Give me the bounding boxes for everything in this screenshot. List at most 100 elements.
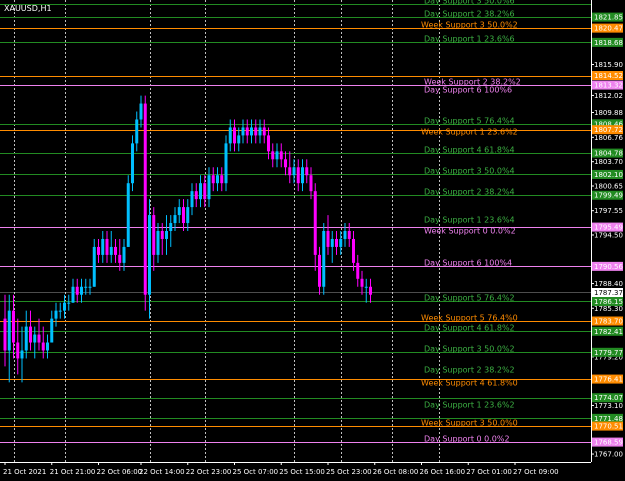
candle-body [97, 246, 100, 255]
chart-title: XAUUSD,H1 [4, 4, 52, 13]
candle-body [326, 231, 330, 247]
support-level-label: Week Support 5 76.4%0 [421, 314, 518, 323]
candle-body [46, 342, 49, 351]
price-chart[interactable]: Day Support 3 50.0%6 Day Support 2 38.2%6… [0, 0, 625, 481]
time-tick-label: 27 Oct 09:00 [513, 468, 559, 476]
candle-body [3, 318, 7, 351]
candle-body [369, 286, 372, 295]
candle-body [237, 135, 241, 144]
candle-body [318, 254, 321, 287]
candle-body [148, 215, 151, 295]
price-tick-label: 1788.40 [594, 280, 623, 288]
candle-body [364, 286, 368, 288]
candle-body [250, 127, 253, 136]
support-level-label: Day Support 3 50.0%6 [424, 0, 515, 6]
candle-body [322, 231, 326, 287]
candle-body [279, 151, 283, 160]
candle-body [50, 318, 54, 343]
time-tick-label: 27 Oct 01:00 [466, 468, 512, 476]
candle-body [233, 127, 236, 144]
candle-body [71, 286, 75, 303]
level-price-tag-label: 1782.41 [594, 328, 623, 336]
level-price-tag-label: 1786.15 [594, 298, 623, 306]
candle-body [220, 175, 224, 184]
candle-body [63, 302, 66, 311]
level-price-tag-label: 1802.10 [594, 171, 623, 179]
candle-body [203, 183, 207, 200]
candle-body [356, 262, 360, 279]
candle-body [92, 246, 96, 287]
candle-body [216, 175, 219, 184]
candle-body [173, 215, 177, 224]
time-tick-label: 22 Oct 06:00 [97, 468, 143, 476]
candle-body [84, 286, 88, 288]
bid-price-tag-label: 1787.37 [594, 289, 623, 297]
candle-body [207, 175, 211, 200]
support-level-label: Week Support 4 61.8%0 [421, 379, 518, 388]
level-price-tag-label: 1783.70 [594, 318, 623, 326]
candle-body [114, 246, 117, 255]
candle-body [135, 119, 139, 144]
candle-body [160, 231, 164, 239]
time-tick-label: 21 Oct 21:00 [50, 468, 96, 476]
candle-body [105, 238, 109, 255]
time-tick-label: 25 Oct 15:00 [279, 468, 325, 476]
support-level-label: Day Support 1 23.6%2 [424, 401, 515, 410]
candle-body [54, 310, 58, 319]
level-price-tag-label: 1776.41 [594, 376, 623, 384]
time-tick-label: 26 Oct 08:00 [373, 468, 419, 476]
candle-body [228, 127, 232, 144]
price-tick-label: 1797.55 [594, 207, 623, 215]
time-tick-label: 25 Oct 23:00 [326, 468, 372, 476]
candle-body [29, 326, 32, 343]
support-level-label: Day Support 4 61.8%2 [424, 324, 515, 333]
support-level-label: Day Support 5 76.4%4 [424, 117, 515, 126]
price-tick-label: 1773.10 [594, 402, 623, 410]
candle-body [37, 334, 41, 343]
level-price-tag-label: 1814.52 [594, 72, 623, 80]
level-price-tag-label: 1790.56 [594, 263, 623, 271]
candle-body [190, 191, 194, 208]
level-price-tag-label: 1821.85 [594, 14, 623, 22]
price-tick-label: 1800.65 [594, 182, 623, 190]
level-price-tag-label: 1770.51 [594, 423, 623, 431]
level-price-tag-label: 1818.68 [594, 39, 623, 47]
candle-body [335, 238, 338, 247]
price-tick-label: 1767.00 [594, 451, 623, 459]
level-price-tag-label: 1768.59 [594, 439, 623, 447]
candle-body [360, 278, 364, 287]
candle-body [339, 238, 343, 247]
level-price-tag-label: 1804.78 [594, 150, 623, 158]
candle-body [165, 231, 168, 239]
price-tick-label: 1812.02 [594, 92, 623, 100]
candle-body [88, 286, 92, 288]
candle-body [194, 191, 198, 200]
support-level-label: Day Support 6 100%6 [424, 86, 512, 95]
candle-body [262, 127, 266, 136]
candle-body [122, 246, 126, 263]
time-tick-label: 25 Oct 07:00 [233, 468, 279, 476]
candle-body [186, 207, 190, 224]
candle-body [275, 151, 279, 160]
support-level-label: Day Support 1 23.6%4 [424, 216, 515, 225]
level-price-tag-label: 1795.49 [594, 224, 623, 232]
candle-body [58, 310, 62, 312]
time-tick-label: 26 Oct 16:00 [420, 468, 466, 476]
candle-body [267, 135, 270, 152]
level-price-tag-label: 1774.07 [594, 394, 623, 402]
price-tick-label: 1806.76 [594, 134, 623, 142]
level-price-tag-label: 1779.77 [594, 349, 623, 357]
support-level-label: Day Support 1 23.6%6 [424, 35, 515, 44]
price-tick-label: 1794.50 [594, 231, 623, 239]
support-level-label: Day Support 4 61.8%4 [424, 146, 515, 155]
candle-body [143, 103, 147, 295]
support-level-label: Week Support 0 0.0%2 [424, 227, 516, 236]
price-tick-label: 1809.88 [594, 109, 623, 117]
support-level-label: Week Support 3 50.0%2 [421, 21, 518, 30]
candle-body [131, 143, 134, 184]
candle-body [352, 238, 355, 263]
candle-body [75, 286, 79, 295]
candle-body [241, 127, 245, 136]
candle-body [271, 151, 275, 160]
candle-body [301, 167, 304, 184]
